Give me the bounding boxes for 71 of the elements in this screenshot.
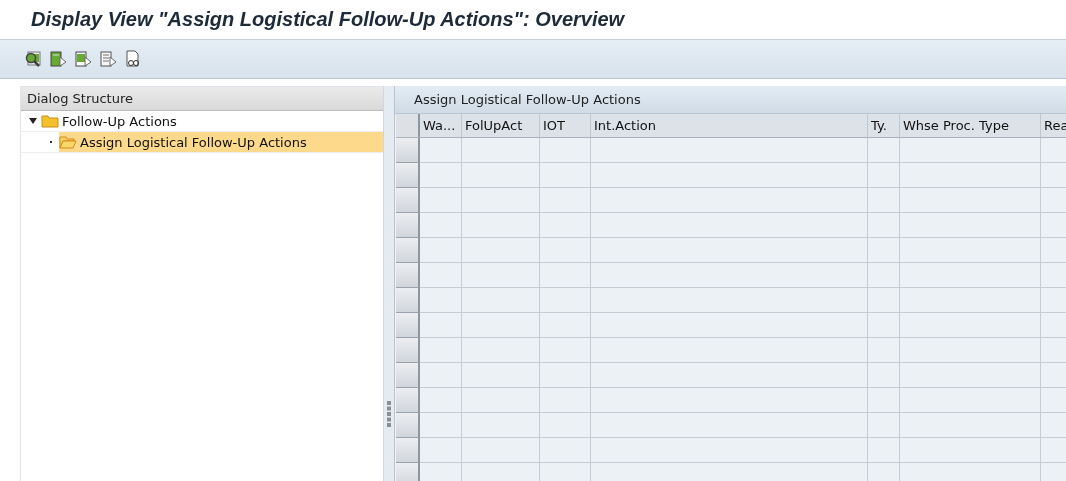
column-header[interactable]: Whse Proc. Type: [900, 114, 1041, 137]
collapse-arrow-icon[interactable]: [29, 117, 37, 125]
table-cell: [540, 238, 591, 263]
table-cell: [540, 263, 591, 288]
table-cell: [868, 238, 900, 263]
panel-title: Dialog Structure: [27, 91, 133, 106]
table-cell: [420, 413, 462, 438]
table-cell: [540, 163, 591, 188]
row-selector[interactable]: [396, 438, 420, 463]
table-cell: [868, 288, 900, 313]
table-cell: [420, 213, 462, 238]
table-cell: [540, 363, 591, 388]
row-selector[interactable]: [396, 388, 420, 413]
table-cell: [868, 213, 900, 238]
row-selector[interactable]: [396, 363, 420, 388]
bullet-icon: [47, 138, 55, 146]
table-cell: [540, 188, 591, 213]
table-cell: [868, 163, 900, 188]
table-cell: [420, 188, 462, 213]
table-cell: [420, 138, 462, 163]
splitter-handle[interactable]: [387, 401, 391, 427]
search-icon[interactable]: [24, 50, 42, 68]
column-header[interactable]: Int.Action: [591, 114, 868, 137]
row-selector[interactable]: [396, 413, 420, 438]
column-header[interactable]: Wa...: [420, 114, 462, 137]
document-arrow-icon[interactable]: [74, 50, 92, 68]
table-cell: [420, 313, 462, 338]
table-cell: [868, 188, 900, 213]
document-arrow-icon[interactable]: [49, 50, 67, 68]
table-cell: [420, 363, 462, 388]
table-cell: [868, 263, 900, 288]
row-selector[interactable]: [396, 263, 420, 288]
table-cell: [868, 313, 900, 338]
table-cell: [540, 338, 591, 363]
column-header[interactable]: IOT: [540, 114, 591, 137]
row-selector[interactable]: [396, 338, 420, 363]
table-cell: [420, 163, 462, 188]
table-cell: [868, 413, 900, 438]
table-cell: [540, 288, 591, 313]
table-cell: [540, 388, 591, 413]
row-selector[interactable]: [396, 463, 420, 481]
table-cell: [420, 388, 462, 413]
table-cell: [868, 338, 900, 363]
table-cell: [420, 338, 462, 363]
document-arrow-icon[interactable]: [99, 50, 117, 68]
row-selector[interactable]: [396, 238, 420, 263]
row-selector[interactable]: [396, 288, 420, 313]
folder-icon: [41, 114, 59, 128]
column-header[interactable]: FolUpAct: [462, 114, 540, 137]
table-cell: [420, 263, 462, 288]
row-selector[interactable]: [396, 213, 420, 238]
row-selector[interactable]: [396, 163, 420, 188]
table-cell: [420, 288, 462, 313]
row-selector[interactable]: [396, 313, 420, 338]
open-folder-icon: [59, 135, 77, 149]
table-title: Assign Logistical Follow-Up Actions: [414, 92, 641, 107]
tree-item[interactable]: Assign Logistical Follow-Up Actions: [59, 132, 383, 152]
table-cell: [540, 413, 591, 438]
table-cell: [868, 363, 900, 388]
table-cell: [540, 313, 591, 338]
document-glasses-icon[interactable]: [124, 50, 142, 68]
row-selector[interactable]: [396, 138, 420, 163]
table-cell: [868, 138, 900, 163]
row-selector[interactable]: [396, 188, 420, 213]
window-title: Display View "Assign Logistical Follow-Up Actions": Overview: [31, 8, 625, 31]
table-cell: [540, 213, 591, 238]
table-cell: [420, 238, 462, 263]
column-header[interactable]: Ty.: [868, 114, 900, 137]
tree-item[interactable]: Follow-Up Actions: [41, 111, 383, 131]
table-cell: [540, 138, 591, 163]
table-cell: [868, 388, 900, 413]
